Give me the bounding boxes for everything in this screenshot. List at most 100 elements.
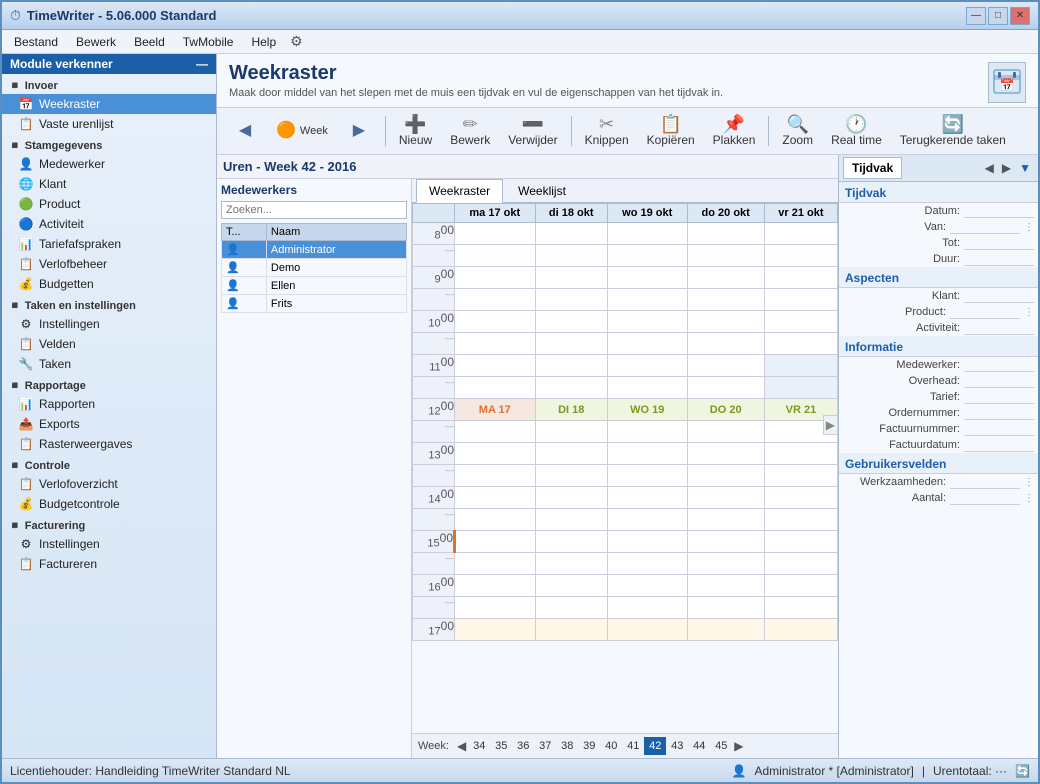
menu-twmobile[interactable]: TwMobile bbox=[175, 33, 242, 51]
cell-do-14h[interactable] bbox=[687, 509, 764, 531]
recurring-button[interactable]: 🔄 Terugkerende taken bbox=[893, 112, 1013, 150]
cell-vr-10[interactable] bbox=[764, 311, 837, 333]
cell-ma-10h[interactable] bbox=[455, 333, 536, 355]
cell-do-9h[interactable] bbox=[687, 289, 764, 311]
cell-do-13h[interactable] bbox=[687, 465, 764, 487]
sidebar-item-factureren[interactable]: 📋 Factureren bbox=[2, 554, 216, 574]
cell-ma-10[interactable] bbox=[455, 311, 536, 333]
tijdvak-nav-dropdown[interactable]: ▼ bbox=[1016, 160, 1034, 176]
cell-di-16h[interactable] bbox=[535, 597, 607, 619]
cell-vr-15[interactable] bbox=[764, 531, 837, 553]
cell-vr-16h[interactable] bbox=[764, 597, 837, 619]
cell-di-10[interactable] bbox=[535, 311, 607, 333]
cell-wo-11[interactable] bbox=[607, 355, 687, 377]
cell-di-8h[interactable] bbox=[535, 245, 607, 267]
cell-wo-17[interactable] bbox=[607, 619, 687, 641]
aantal-dots[interactable]: ⋮ bbox=[1024, 493, 1034, 504]
tab-weeklijst[interactable]: Weeklijst bbox=[505, 179, 579, 202]
week-35[interactable]: 35 bbox=[490, 737, 512, 755]
cell-di-17[interactable] bbox=[535, 619, 607, 641]
menu-bestand[interactable]: Bestand bbox=[6, 33, 66, 51]
cell-di-11[interactable] bbox=[535, 355, 607, 377]
cell-di-9h[interactable] bbox=[535, 289, 607, 311]
cell-wo-16[interactable] bbox=[607, 575, 687, 597]
nav-prev-button[interactable]: ◀ bbox=[225, 120, 265, 142]
cell-wo-12h[interactable] bbox=[607, 421, 687, 443]
week-38[interactable]: 38 bbox=[556, 737, 578, 755]
week-44[interactable]: 44 bbox=[688, 737, 710, 755]
cell-wo-10h[interactable] bbox=[607, 333, 687, 355]
cell-ma-16[interactable] bbox=[455, 575, 536, 597]
week-39[interactable]: 39 bbox=[578, 737, 600, 755]
sidebar-item-activiteit[interactable]: 🔵 Activiteit bbox=[2, 214, 216, 234]
cell-ma-13[interactable] bbox=[455, 443, 536, 465]
cell-ma-16h[interactable] bbox=[455, 597, 536, 619]
product-dots[interactable]: ⋮ bbox=[1024, 307, 1034, 318]
cell-di-10h[interactable] bbox=[535, 333, 607, 355]
menu-bewerk[interactable]: Bewerk bbox=[68, 33, 124, 51]
medewerkers-search[interactable] bbox=[221, 201, 407, 219]
window-controls[interactable]: — □ ✕ bbox=[966, 7, 1030, 25]
cell-do-15[interactable] bbox=[687, 531, 764, 553]
cell-ma-11[interactable] bbox=[455, 355, 536, 377]
cell-ma-14[interactable] bbox=[455, 487, 536, 509]
week-scroll-right[interactable]: ▶ bbox=[732, 739, 745, 753]
menu-help[interactable]: Help bbox=[243, 33, 284, 51]
cell-do-9[interactable] bbox=[687, 267, 764, 289]
sidebar-item-weekraster[interactable]: 📅 Weekraster bbox=[2, 94, 216, 114]
cell-wo-8h[interactable] bbox=[607, 245, 687, 267]
cell-wo-10[interactable] bbox=[607, 311, 687, 333]
cell-di-8[interactable] bbox=[535, 223, 607, 245]
zoom-button[interactable]: 🔍 Zoom bbox=[775, 112, 820, 150]
cell-ma-15h[interactable] bbox=[455, 553, 536, 575]
close-button[interactable]: ✕ bbox=[1010, 7, 1030, 25]
cell-ma-17[interactable] bbox=[455, 619, 536, 641]
cell-wo-11h[interactable] bbox=[607, 377, 687, 399]
cell-vr-15h[interactable] bbox=[764, 553, 837, 575]
paste-button[interactable]: 📌 Plakken bbox=[706, 112, 763, 150]
sidebar-item-taken[interactable]: 🔧 Taken bbox=[2, 354, 216, 374]
cell-ma-12h[interactable] bbox=[455, 421, 536, 443]
cell-do-8[interactable] bbox=[687, 223, 764, 245]
cell-vr-9h[interactable] bbox=[764, 289, 837, 311]
sidebar-item-rapporten[interactable]: 📊 Rapporten bbox=[2, 394, 216, 414]
cell-vr-13[interactable] bbox=[764, 443, 837, 465]
week-scroll-left[interactable]: ◀ bbox=[455, 739, 468, 753]
cell-do-12h[interactable] bbox=[687, 421, 764, 443]
sidebar-item-rasterweergaves[interactable]: 📋 Rasterweergaves bbox=[2, 434, 216, 454]
cell-do-16h[interactable] bbox=[687, 597, 764, 619]
new-button[interactable]: ➕ Nieuw bbox=[392, 112, 439, 150]
week-37[interactable]: 37 bbox=[534, 737, 556, 755]
sidebar-item-budgetten[interactable]: 💰 Budgetten bbox=[2, 274, 216, 294]
cell-ma-8h[interactable] bbox=[455, 245, 536, 267]
copy-button[interactable]: 📋 Kopiëren bbox=[640, 112, 702, 150]
cell-wo-16h[interactable] bbox=[607, 597, 687, 619]
cell-vr-14[interactable] bbox=[764, 487, 837, 509]
cell-do-12[interactable]: DO 20 bbox=[687, 399, 764, 421]
medewerker-row[interactable]: 👤 Ellen bbox=[222, 277, 407, 295]
cell-wo-14h[interactable] bbox=[607, 509, 687, 531]
cell-do-14[interactable] bbox=[687, 487, 764, 509]
cell-vr-11h[interactable] bbox=[764, 377, 837, 399]
cell-di-11h[interactable] bbox=[535, 377, 607, 399]
cell-vr-14h[interactable] bbox=[764, 509, 837, 531]
cell-ma-14h[interactable] bbox=[455, 509, 536, 531]
sidebar-item-klant[interactable]: 🌐 Klant bbox=[2, 174, 216, 194]
cell-di-13[interactable] bbox=[535, 443, 607, 465]
sidebar-item-verlofoverzicht[interactable]: 📋 Verlofoverzicht bbox=[2, 474, 216, 494]
cell-wo-14[interactable] bbox=[607, 487, 687, 509]
sidebar-item-exports[interactable]: 📤 Exports bbox=[2, 414, 216, 434]
sidebar-item-instellingen[interactable]: ⚙ Instellingen bbox=[2, 314, 216, 334]
cell-vr-9[interactable] bbox=[764, 267, 837, 289]
cell-wo-15[interactable] bbox=[607, 531, 687, 553]
cell-wo-13h[interactable] bbox=[607, 465, 687, 487]
week-45[interactable]: 45 bbox=[710, 737, 732, 755]
cell-ma-11h[interactable] bbox=[455, 377, 536, 399]
sidebar-item-verlofbeheer[interactable]: 📋 Verlofbeheer bbox=[2, 254, 216, 274]
week-42[interactable]: 42 bbox=[644, 737, 666, 755]
medewerker-row[interactable]: 👤 Frits bbox=[222, 295, 407, 313]
week-button[interactable]: 🟠 Week bbox=[269, 120, 335, 142]
cell-wo-12[interactable]: WO 19 bbox=[607, 399, 687, 421]
cell-di-13h[interactable] bbox=[535, 465, 607, 487]
tijdvak-nav-next[interactable]: ▶ bbox=[999, 160, 1014, 176]
